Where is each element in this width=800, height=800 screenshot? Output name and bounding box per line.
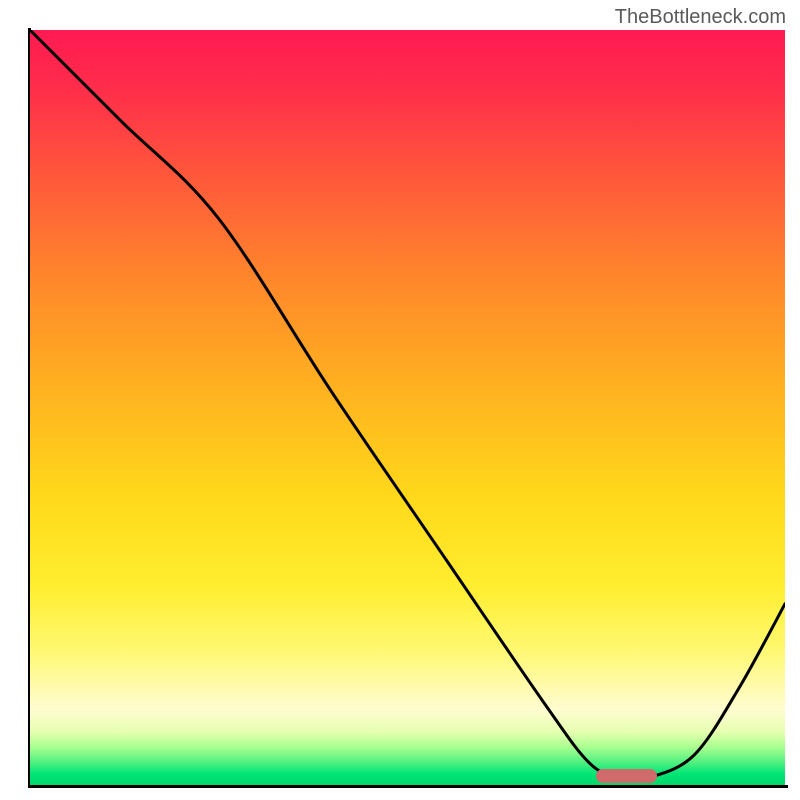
watermark-text: TheBottleneck.com	[615, 6, 786, 29]
x-axis	[28, 785, 788, 788]
plot-area	[30, 30, 785, 785]
optimal-marker	[596, 769, 656, 783]
bottleneck-curve	[30, 30, 785, 780]
curve-svg	[30, 30, 785, 785]
